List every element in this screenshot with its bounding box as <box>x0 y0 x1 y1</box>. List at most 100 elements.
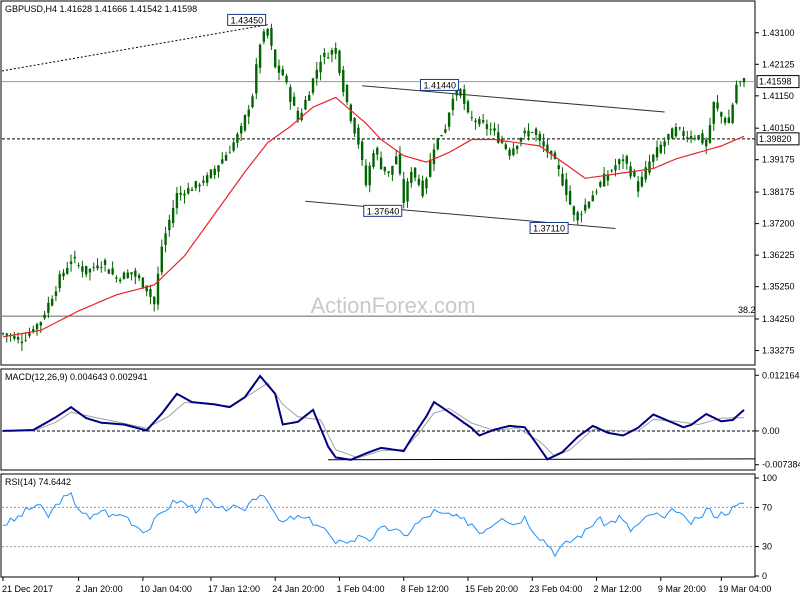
candle-body <box>731 104 734 124</box>
candle-body <box>704 139 708 147</box>
candle-body <box>50 298 54 306</box>
candle-body <box>515 145 519 150</box>
x-tick-label: 21 Dec 2017 <box>2 584 53 594</box>
candle-body <box>648 161 651 173</box>
price-annotation-label: 1.37110 <box>533 224 565 234</box>
candle-body <box>171 208 175 224</box>
candle-body <box>20 341 24 344</box>
candle-body <box>353 117 356 134</box>
candle-body <box>481 120 485 123</box>
candle-body <box>425 178 428 189</box>
candle-body <box>330 50 334 55</box>
rsi-tick-label: 0 <box>762 571 767 581</box>
candle-body <box>421 180 424 197</box>
candle-body <box>277 65 281 73</box>
candle-body <box>168 219 171 231</box>
candle-body <box>149 289 152 297</box>
candle-body <box>742 78 746 83</box>
price-chart-figure: ActionForex.com 1.43100 1.42125 1.41150 1.4… <box>0 0 800 594</box>
candle-body <box>504 144 508 149</box>
candle-body <box>376 147 379 155</box>
candle-body <box>217 165 220 172</box>
x-tick-label: 2 Mar 12:00 <box>594 584 642 594</box>
candle-body <box>251 96 254 108</box>
candle-body <box>621 159 625 162</box>
candle-body <box>130 272 133 275</box>
candle-body <box>160 246 163 273</box>
candle-body <box>289 87 292 102</box>
candle-body <box>572 206 576 215</box>
candle-body <box>357 127 360 145</box>
candle-body <box>198 184 201 187</box>
candle-body <box>508 149 511 156</box>
level-label: 1.39820 <box>759 134 792 144</box>
channel-line <box>305 200 616 229</box>
macd-trend-line <box>328 458 756 461</box>
candle-body <box>103 260 107 265</box>
candle-body <box>187 188 190 194</box>
candle-body <box>292 96 296 106</box>
candle-body <box>708 125 712 143</box>
candle-body <box>474 120 477 123</box>
candle-body <box>633 171 636 177</box>
candle-body <box>538 133 542 141</box>
candle-body <box>209 169 213 178</box>
rsi-tick-label: 30 <box>762 542 772 552</box>
y-tick-label: 1.34250 <box>762 314 795 324</box>
candle-body <box>107 269 111 274</box>
candle-body <box>398 153 402 174</box>
candle-body <box>24 339 27 341</box>
candle-body <box>285 75 288 83</box>
candle-body <box>394 156 398 165</box>
candle-body <box>413 167 417 178</box>
y-tick-label: 1.43100 <box>762 28 795 38</box>
rsi-tick-label: 70 <box>762 502 772 512</box>
candle-body <box>527 130 530 137</box>
candle-body <box>565 179 568 195</box>
candle-body <box>232 142 235 151</box>
candle-body <box>716 102 719 109</box>
candle-body <box>697 135 700 139</box>
candle-body <box>580 214 583 216</box>
candle-body <box>444 129 447 133</box>
candle-body <box>281 69 284 76</box>
candle-body <box>308 95 311 101</box>
candle-body <box>614 165 617 171</box>
watermark: ActionForex.com <box>310 293 475 318</box>
candle-body <box>258 44 262 68</box>
candle-body <box>561 173 564 186</box>
x-tick-label: 2 Jan 20:00 <box>76 584 123 594</box>
candle-body <box>35 324 39 330</box>
candle-body <box>266 28 269 36</box>
candle-body <box>557 165 560 170</box>
candle-body <box>659 144 663 153</box>
candle-body <box>402 179 405 203</box>
candle-body <box>410 171 413 183</box>
candle-body <box>360 141 364 160</box>
rsi-panel: 100 70 30 0 <box>2 473 777 581</box>
price-annotation-label: 1.43450 <box>231 15 264 25</box>
candle-body <box>118 279 122 282</box>
candle-body <box>224 154 228 161</box>
price-annotation-label: 1.37640 <box>367 206 400 216</box>
candle-body <box>534 128 538 135</box>
candle-body <box>372 153 375 168</box>
candle-body <box>13 335 16 339</box>
candle-body <box>712 101 715 124</box>
candle-body <box>693 137 697 139</box>
candle-body <box>349 104 353 121</box>
candle-body <box>417 178 421 185</box>
candle-body <box>179 192 182 195</box>
x-tick-label: 8 Feb 12:00 <box>401 584 449 594</box>
time-axis: 21 Dec 2017 2 Jan 20:00 10 Jan 04:00 17 Jan… <box>2 577 771 594</box>
candle-body <box>122 272 126 280</box>
macd-tick-label: 0.00 <box>762 426 780 436</box>
candle-body <box>239 126 243 134</box>
candle-body <box>640 176 644 187</box>
candle-body <box>470 117 473 119</box>
candle-body <box>319 61 322 73</box>
candle-body <box>66 267 69 274</box>
candle-body <box>334 48 337 54</box>
candle-body <box>584 204 587 211</box>
x-tick-label: 24 Jan 20:00 <box>272 584 324 594</box>
